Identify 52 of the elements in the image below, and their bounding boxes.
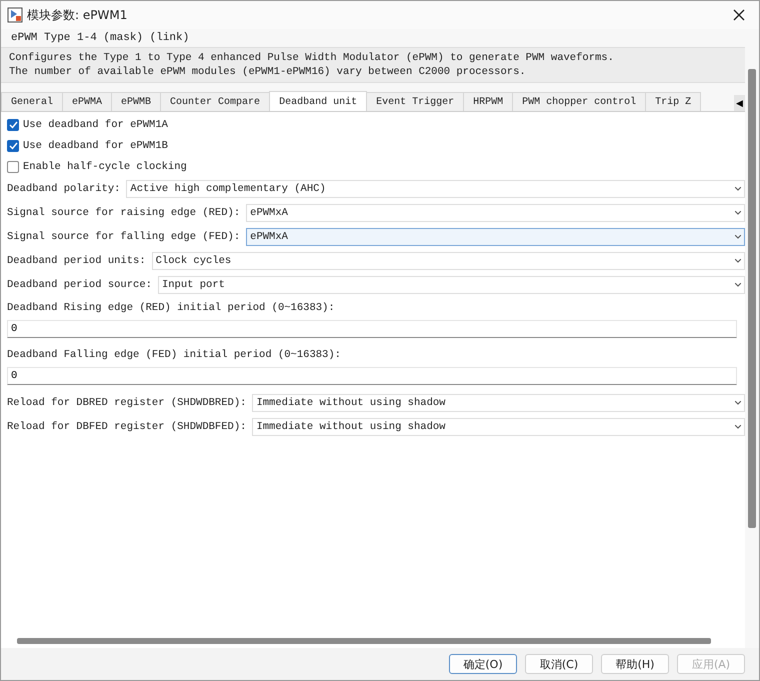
dialog-button[interactable]: 帮助(H) (601, 654, 669, 674)
checkbox-label: Enable half-cycle clocking (23, 160, 187, 172)
dialog-button[interactable]: 取消(C) (525, 654, 593, 674)
field-label: Signal source for falling edge (FED): (7, 231, 240, 243)
block-icon (7, 7, 23, 23)
field-label: Deadband Rising edge (RED) initial period (0~16383): (7, 301, 336, 316)
tab[interactable]: HRPWM (463, 92, 514, 111)
tab[interactable]: Trip Z (645, 92, 702, 111)
field-label: Deadband period units: (7, 255, 146, 267)
dropdown-caret-icon (735, 187, 741, 191)
checkbox-label: Use deadband for ePWM1B (23, 140, 168, 152)
dropdown-caret-icon (735, 401, 741, 405)
scrollbar-thumb[interactable] (17, 638, 711, 644)
dropdown[interactable]: Immediate without using shadow (252, 418, 745, 436)
dropdown-caret-icon (735, 283, 741, 287)
close-icon (733, 9, 745, 21)
tab[interactable]: Event Trigger (366, 92, 464, 111)
dropdown-caret-icon (735, 259, 741, 263)
description-text: Configures the Type 1 to Type 4 enhanced Pulse Width Modulator (ePWM) to generate PWM waveforms. (9, 52, 615, 64)
dropdown[interactable]: ePWMxA (246, 228, 745, 246)
field-label: Reload for DBFED register (SHDWDBFED): (7, 421, 246, 433)
dropdown[interactable]: Active high complementary (AHC) (126, 180, 745, 198)
tab[interactable]: General (1, 92, 64, 111)
dropdown-caret-icon (735, 211, 741, 215)
dialog-button[interactable]: 确定(O) (449, 654, 517, 674)
tab[interactable]: Deadband unit (269, 91, 368, 111)
field-label: Deadband Falling edge (FED) initial period (0~16383): (7, 348, 342, 363)
dropdown[interactable]: Clock cycles (152, 252, 745, 270)
checkbox-label: Use deadband for ePWM1A (23, 118, 168, 130)
dropdown-caret-icon (735, 425, 741, 429)
dropdown[interactable]: Input port (158, 276, 745, 294)
input-field[interactable]: 0 (7, 320, 737, 338)
field-label: Deadband polarity: (7, 183, 120, 195)
field-label: Reload for DBRED register (SHDWDBRED): (7, 397, 246, 409)
field-label: Signal source for raising edge (RED): (7, 207, 240, 219)
group-title: ePWM Type 1-4 (mask) (link) (10, 31, 190, 46)
scrollbar-thumb[interactable] (748, 69, 756, 528)
description-text: The number of available ePWM modules (ePWM1-ePWM16) vary between C2000 processors. (9, 66, 527, 78)
dropdown[interactable]: ePWMxA (246, 204, 745, 222)
window-title: 模块参数: ePWM1 (27, 6, 128, 24)
field-label: Deadband period source: (7, 279, 152, 291)
dropdown-caret-icon (735, 235, 741, 239)
input-field[interactable]: 0 (7, 367, 737, 385)
tab[interactable]: ePWMA (62, 92, 112, 111)
tab[interactable]: Counter Compare (160, 92, 270, 111)
checkbox[interactable] (7, 140, 19, 152)
tab[interactable]: ePWMB (111, 92, 162, 111)
tab[interactable]: PWM chopper control (512, 92, 646, 111)
tab-scroll-button[interactable]: ◀ (734, 95, 745, 111)
checkbox[interactable] (7, 160, 19, 172)
dropdown[interactable]: Immediate without using shadow (252, 394, 745, 412)
checkbox[interactable] (7, 118, 19, 130)
